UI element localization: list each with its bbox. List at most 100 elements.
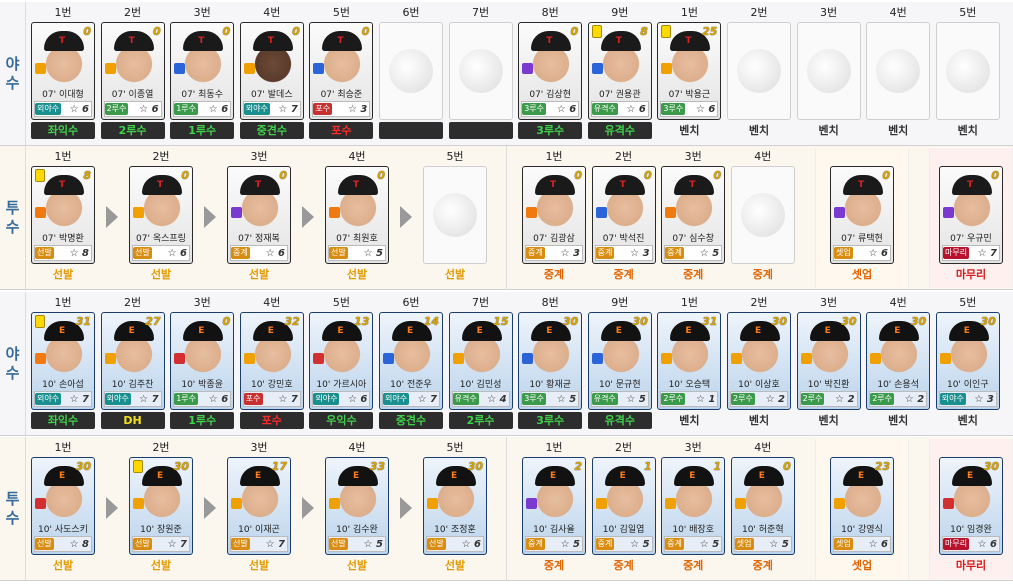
roster-slot[interactable]: 4번 벤치 (863, 6, 933, 139)
empty-slot[interactable] (935, 22, 1000, 120)
role-label[interactable]: 벤치 (657, 412, 721, 429)
roster-slot[interactable]: 5번 선발 (420, 150, 490, 283)
roster-slot[interactable]: 4번 E 30 10' 손용석 2루수 ☆ 2 벤치 (863, 296, 933, 429)
roster-slot[interactable]: 9번 T 8 07' 권용관 유격수 ☆ 6 유격수 (585, 6, 655, 139)
roster-slot[interactable]: 1번 T 0 07' 김광삼 중계 ☆ 3 중계 (519, 150, 589, 283)
player-card[interactable]: E 13 10' 가르시아 외야수 ☆ 6 (309, 312, 374, 410)
roster-slot[interactable]: 3번 벤치 (794, 6, 864, 139)
roster-slot[interactable]: 5번 T 0 07' 최승준 포수 ☆ 3 포수 (306, 6, 376, 139)
role-label[interactable]: 선발 (31, 266, 95, 283)
role-label[interactable]: 유격수 (587, 122, 652, 139)
player-card[interactable]: T 0 07' 김상현 3루수 ☆ 6 (518, 22, 583, 120)
role-label[interactable]: 선발 (129, 557, 193, 574)
roster-slot[interactable]: E 23 10' 강영식 셋업 ☆ 6 셋업 (827, 441, 897, 574)
player-card[interactable]: E 1 10' 배장호 중계 ☆ 5 (661, 457, 726, 555)
empty-slot[interactable] (866, 22, 931, 120)
roster-slot[interactable]: 1번 E 30 10' 사도스키 선발 ☆ 8 선발 (28, 441, 98, 574)
role-label[interactable] (448, 122, 513, 139)
role-label[interactable]: DH (100, 412, 165, 429)
empty-slot[interactable] (730, 166, 795, 264)
roster-slot[interactable]: 1번 E 2 10' 김사율 중계 ☆ 5 중계 (519, 441, 589, 574)
roster-slot[interactable]: 2번 T 0 07' 이종열 2루수 ☆ 6 2루수 (98, 6, 168, 139)
player-card[interactable]: T 0 07' 이종열 2루수 ☆ 6 (100, 22, 165, 120)
roster-slot[interactable]: 6번 (376, 6, 446, 139)
player-card[interactable]: E 32 10' 강민호 포수 ☆ 7 (239, 312, 304, 410)
roster-slot[interactable]: 2번 E 30 10' 이상호 2루수 ☆ 2 벤치 (724, 296, 794, 429)
role-label[interactable]: 선발 (423, 266, 487, 283)
role-label[interactable]: 선발 (423, 557, 487, 574)
roster-slot[interactable]: 2번 E 30 10' 장원준 선발 ☆ 7 선발 (126, 441, 196, 574)
role-label[interactable]: 중계 (731, 266, 795, 283)
player-card[interactable]: T 0 07' 류택현 셋업 ☆ 6 (830, 166, 894, 264)
role-label[interactable]: 중계 (592, 266, 656, 283)
roster-slot[interactable]: 1번 T 25 07' 박용근 3루수 ☆ 6 벤치 (654, 6, 724, 139)
player-card[interactable]: E 30 10' 박진환 2루수 ☆ 2 (796, 312, 861, 410)
roster-slot[interactable]: 3번 E 0 10' 박종윤 1루수 ☆ 6 1루수 (167, 296, 237, 429)
role-label[interactable]: 포수 (309, 122, 374, 139)
roster-slot[interactable]: 3번 T 0 07' 심수창 중계 ☆ 5 중계 (658, 150, 728, 283)
empty-slot[interactable] (379, 22, 443, 120)
role-label[interactable]: 중계 (661, 266, 725, 283)
role-label[interactable]: 선발 (325, 557, 389, 574)
roster-slot[interactable]: 7번 (446, 6, 516, 139)
role-label[interactable]: 선발 (129, 266, 193, 283)
role-label[interactable]: 셋업 (830, 266, 894, 283)
player-card[interactable]: E 14 10' 전준우 외야수 ☆ 7 (379, 312, 443, 410)
player-card[interactable]: E 30 10' 문규현 유격수 ☆ 5 (587, 312, 652, 410)
roster-slot[interactable]: 4번 T 0 07' 최원호 선발 ☆ 5 선발 (322, 150, 392, 283)
role-label[interactable]: 좌익수 (31, 122, 95, 139)
player-card[interactable]: E 33 10' 김수완 선발 ☆ 5 (325, 457, 389, 555)
role-label[interactable]: 마무리 (939, 557, 1003, 574)
role-label[interactable]: 벤치 (657, 122, 721, 139)
role-label[interactable]: 벤치 (727, 412, 791, 429)
player-card[interactable]: E 0 10' 박종윤 1루수 ☆ 6 (170, 312, 235, 410)
role-label[interactable]: 중계 (592, 557, 656, 574)
role-label[interactable]: 벤치 (866, 412, 930, 429)
empty-slot[interactable] (423, 166, 487, 264)
roster-slot[interactable]: 4번 E 32 10' 강민호 포수 ☆ 7 포수 (237, 296, 307, 429)
roster-slot[interactable]: 9번 E 30 10' 문규현 유격수 ☆ 5 유격수 (585, 296, 655, 429)
player-card[interactable]: T 0 07' 정재복 중계 ☆ 6 (227, 166, 291, 264)
roster-slot[interactable]: 8번 E 30 10' 황재균 3루수 ☆ 5 3루수 (515, 296, 585, 429)
player-card[interactable]: E 23 10' 강영식 셋업 ☆ 6 (830, 457, 894, 555)
player-card[interactable]: E 30 10' 손용석 2루수 ☆ 2 (866, 312, 931, 410)
player-card[interactable]: T 0 07' 심수창 중계 ☆ 5 (661, 166, 726, 264)
role-label[interactable]: 좌익수 (31, 412, 95, 429)
role-label[interactable]: 포수 (239, 412, 304, 429)
roster-slot[interactable]: 4번 E 0 10' 허준혁 셋업 ☆ 5 중계 (728, 441, 798, 574)
role-label[interactable]: 벤치 (797, 122, 861, 139)
roster-slot[interactable]: T 0 07' 우규민 마무리 ☆ 7 마무리 (936, 150, 1006, 283)
player-card[interactable]: E 30 10' 조정훈 선발 ☆ 6 (423, 457, 487, 555)
player-card[interactable]: E 1 10' 김일엽 중계 ☆ 5 (591, 457, 656, 555)
player-card[interactable]: T 0 07' 이대형 외야수 ☆ 6 (31, 22, 95, 120)
roster-slot[interactable]: 3번 T 0 07' 정재복 중계 ☆ 6 선발 (224, 150, 294, 283)
player-card[interactable]: T 0 07' 발데스 외야수 ☆ 7 (239, 22, 304, 120)
role-label[interactable]: 2루수 (100, 122, 165, 139)
player-card[interactable]: E 30 10' 임경완 마무리 ☆ 6 (939, 457, 1003, 555)
empty-slot[interactable] (796, 22, 861, 120)
role-label[interactable]: 3루수 (518, 412, 583, 429)
roster-slot[interactable]: 1번 T 0 07' 이대형 외야수 ☆ 6 좌익수 (28, 6, 98, 139)
player-card[interactable]: E 17 10' 이재곤 선발 ☆ 7 (227, 457, 291, 555)
player-card[interactable]: E 30 10' 황재균 3루수 ☆ 5 (518, 312, 583, 410)
role-label[interactable]: 중계 (661, 557, 725, 574)
role-label[interactable]: 중계 (522, 557, 586, 574)
roster-slot[interactable]: 1번 E 31 10' 오승택 2루수 ☆ 1 벤치 (654, 296, 724, 429)
role-label[interactable]: 선발 (227, 266, 291, 283)
roster-slot[interactable]: E 30 10' 임경완 마무리 ☆ 6 마무리 (936, 441, 1006, 574)
player-card[interactable]: E 30 10' 이인구 외야수 ☆ 3 (935, 312, 1000, 410)
player-card[interactable]: T 0 07' 최승준 포수 ☆ 3 (309, 22, 374, 120)
roster-slot[interactable]: 5번 E 30 10' 이인구 외야수 ☆ 3 벤치 (933, 296, 1003, 429)
roster-slot[interactable]: 3번 T 0 07' 최동수 1루수 ☆ 6 1루수 (167, 6, 237, 139)
role-label[interactable]: 1루수 (170, 122, 235, 139)
roster-slot[interactable]: 2번 E 27 10' 김주찬 외야수 ☆ 7 DH (98, 296, 168, 429)
roster-slot[interactable]: 3번 E 17 10' 이재곤 선발 ☆ 7 선발 (224, 441, 294, 574)
roster-slot[interactable]: 1번 E 31 10' 손아섭 외야수 ☆ 7 좌익수 (28, 296, 98, 429)
role-label[interactable]: 벤치 (797, 412, 861, 429)
player-card[interactable]: E 31 10' 오승택 2루수 ☆ 1 (657, 312, 722, 410)
roster-slot[interactable]: 7번 E 15 10' 김민성 유격수 ☆ 4 2루수 (446, 296, 516, 429)
roster-slot[interactable]: T 0 07' 류택현 셋업 ☆ 6 셋업 (827, 150, 897, 283)
role-label[interactable]: 2루수 (448, 412, 513, 429)
role-label[interactable]: 벤치 (936, 412, 1000, 429)
player-card[interactable]: T 0 07' 우규민 마무리 ☆ 7 (939, 166, 1003, 264)
